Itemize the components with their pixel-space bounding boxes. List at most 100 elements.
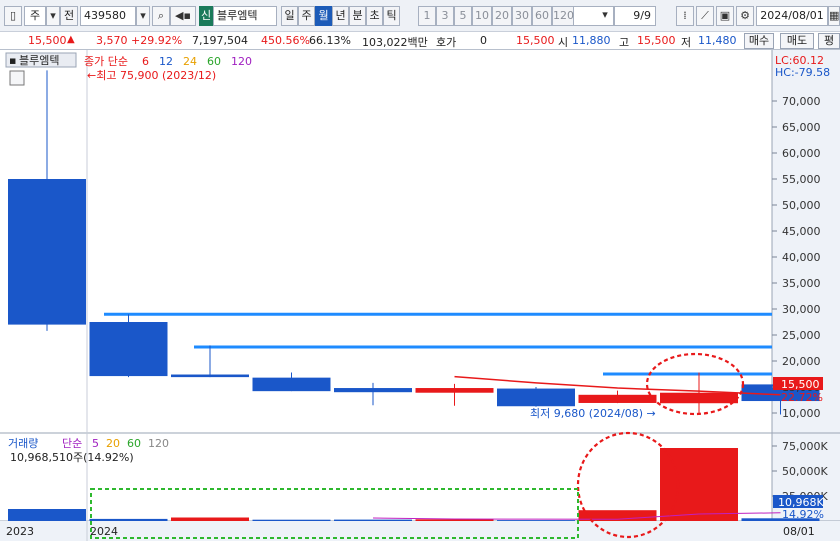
new-listing-badge: 신 bbox=[199, 6, 213, 26]
interval-button-6[interactable]: 60 bbox=[532, 6, 552, 26]
price-tick-label: 55,000 bbox=[782, 173, 821, 186]
interval-button-3[interactable]: 10 bbox=[472, 6, 492, 26]
interval-button-5[interactable]: 30 bbox=[512, 6, 532, 26]
chart-toolbar: ▯ 주 ▾ 전 439580 ▾ ⌕ ◀▪ 신 블루엠텍 ▾ 9/9 ⁞ ⟋ ▣… bbox=[0, 0, 840, 32]
volume-ma-legend-60: 60 bbox=[127, 437, 141, 450]
interval-button-7[interactable]: 120 bbox=[552, 6, 574, 26]
name-tag-icon: ▪ bbox=[9, 54, 16, 67]
calendar-icon[interactable]: ▦ bbox=[828, 6, 840, 26]
x-label-2023: 2023 bbox=[6, 525, 34, 538]
volume-ma-title: 단순 bbox=[62, 437, 82, 450]
volume-ma-legend-5: 5 bbox=[92, 437, 99, 450]
volume-bar bbox=[660, 448, 738, 521]
line-tool-icon[interactable]: ⟋ bbox=[696, 6, 714, 26]
volume-bar bbox=[334, 519, 412, 521]
candle-style-icon[interactable]: ⁞ bbox=[676, 6, 694, 26]
price-tick-label: 40,000 bbox=[782, 251, 821, 264]
volume-value: 7,197,504 bbox=[192, 34, 248, 47]
gear-icon[interactable]: ⚙ bbox=[736, 6, 754, 26]
volume-bar bbox=[415, 519, 494, 521]
search-icon[interactable]: ⌕ bbox=[152, 6, 170, 26]
date-field[interactable]: 2024/08/01 bbox=[756, 6, 828, 26]
arrow-up-icon: ▲ bbox=[67, 34, 75, 45]
period-tab-4[interactable]: 분 bbox=[349, 6, 366, 26]
low-price: 11,480 bbox=[698, 34, 737, 47]
grid-toggle-icon[interactable] bbox=[9, 70, 25, 86]
candle-body bbox=[578, 394, 657, 403]
price-tick-label: 60,000 bbox=[782, 147, 821, 160]
min-price-label: 최저 9,680 (2024/08) → bbox=[530, 407, 656, 420]
period-tab-1[interactable]: 주 bbox=[298, 6, 315, 26]
speaker-icon[interactable]: ◀▪ bbox=[170, 6, 196, 26]
volume-pct-tag: 14.92% bbox=[782, 508, 824, 521]
price-tick-label: 50,000 bbox=[782, 199, 821, 212]
price-tick-label: 65,000 bbox=[782, 121, 821, 134]
volume-bar bbox=[8, 509, 86, 521]
open-label: 시 bbox=[558, 36, 569, 49]
period-tab-0[interactable]: 일 bbox=[281, 6, 298, 26]
ma-legend-60: 60 bbox=[207, 55, 221, 68]
price-tick-label: 35,000 bbox=[782, 277, 821, 290]
stock-name-field[interactable]: 블루엠텍 bbox=[213, 6, 277, 26]
chart-layout-icon[interactable]: ▯ bbox=[4, 6, 22, 26]
prev-button[interactable]: 전 bbox=[60, 6, 78, 26]
hoga-label: 호가 bbox=[436, 36, 457, 49]
candle-body bbox=[171, 374, 249, 378]
buy-button[interactable]: 매수 bbox=[744, 33, 774, 49]
ma-legend-6: 6 bbox=[142, 55, 149, 68]
candle-body bbox=[334, 388, 412, 393]
volume-ma-legend-120: 120 bbox=[148, 437, 169, 450]
price-change: 3,570 bbox=[96, 34, 128, 47]
max-price-label: ←최고 75,900 (2023/12) bbox=[87, 69, 216, 82]
hoga-value: 0 bbox=[480, 34, 487, 47]
code-input[interactable]: 439580 bbox=[80, 6, 136, 26]
hoga-price: 15,500 bbox=[516, 34, 555, 47]
current-price: 15,500 bbox=[28, 34, 67, 47]
period-tab-5[interactable]: 초 bbox=[366, 6, 383, 26]
quote-bar: 15,500 ▲ 3,570 +29.92% 7,197,504 450.56%… bbox=[0, 32, 840, 50]
volume-info: 10,968,510주(14.92%) bbox=[10, 451, 134, 464]
chevron-down-icon[interactable]: ▾ bbox=[598, 6, 612, 26]
volume-bar bbox=[252, 519, 331, 521]
volume-bar bbox=[89, 518, 168, 521]
interval-button-2[interactable]: 5 bbox=[454, 6, 472, 26]
volume-title: 거래량 bbox=[8, 437, 38, 450]
hc-label: HC:-79.58 bbox=[775, 66, 830, 79]
page-indicator: 9/9 bbox=[614, 6, 656, 26]
candle-body bbox=[415, 388, 494, 393]
volume-ma-legend-20: 20 bbox=[106, 437, 120, 450]
interval-button-0[interactable]: 1 bbox=[418, 6, 436, 26]
low-label: 저 bbox=[681, 36, 692, 49]
ma-title: 종가 단순 bbox=[84, 55, 128, 68]
trade-amount: 103,022백만 bbox=[362, 36, 428, 49]
last-price-tag: 15,500 bbox=[781, 378, 820, 391]
interval-button-1[interactable]: 3 bbox=[436, 6, 454, 26]
price-chart-svg[interactable]: 70,000 65,000 60,000 55,000 50,000 45,000 40,0… bbox=[0, 50, 840, 541]
price-change-pct: +29.92% bbox=[131, 34, 183, 47]
ma-legend-12: 12 bbox=[159, 55, 173, 68]
interval-button-4[interactable]: 20 bbox=[492, 6, 512, 26]
market-select[interactable]: 주 bbox=[24, 6, 46, 26]
candle-body bbox=[660, 392, 738, 404]
period-tab-2[interactable]: 월 bbox=[315, 6, 332, 26]
candle-body bbox=[8, 179, 86, 325]
save-icon[interactable]: ▣ bbox=[716, 6, 734, 26]
eval-button[interactable]: 평 bbox=[818, 33, 840, 49]
price-tick-label: 25,000 bbox=[782, 329, 821, 342]
sell-button[interactable]: 매도 bbox=[780, 33, 814, 49]
high-price: 15,500 bbox=[637, 34, 676, 47]
price-tick-label: 30,000 bbox=[782, 303, 821, 316]
chevron-down-icon[interactable]: ▾ bbox=[136, 6, 150, 26]
price-tick-label: 20,000 bbox=[782, 355, 821, 368]
volume-bar bbox=[497, 520, 575, 521]
last-pct-tag: 22.72% bbox=[781, 391, 823, 404]
chart-area: 70,000 65,000 60,000 55,000 50,000 45,000 40,0… bbox=[0, 50, 840, 541]
turnover-pct: 66.13% bbox=[309, 34, 351, 47]
period-tab-6[interactable]: 틱 bbox=[383, 6, 400, 26]
period-tab-3[interactable]: 년 bbox=[332, 6, 349, 26]
ma-legend-24: 24 bbox=[183, 55, 197, 68]
volume-tick-label: 50,000K bbox=[782, 465, 828, 478]
x-label-current: 08/01 bbox=[783, 525, 815, 538]
chevron-down-icon[interactable]: ▾ bbox=[46, 6, 60, 26]
price-tick-label: 45,000 bbox=[782, 225, 821, 238]
